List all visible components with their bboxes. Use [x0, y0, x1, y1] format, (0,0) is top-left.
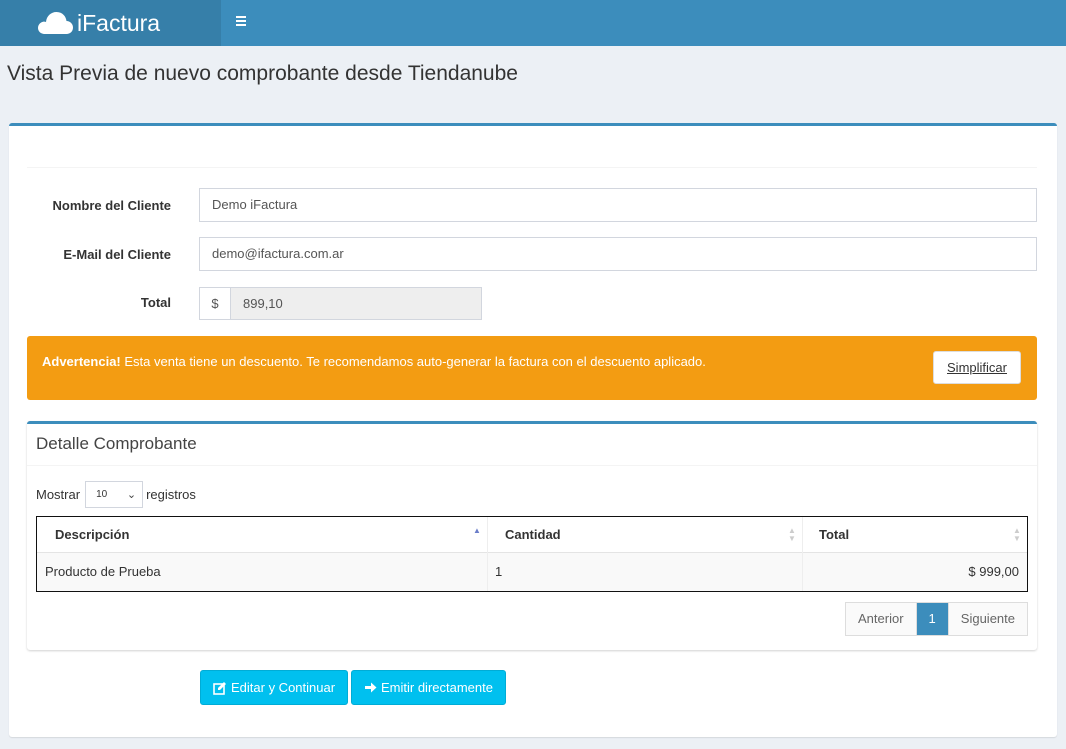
page-length-value: 10	[96, 489, 108, 500]
cell-total: $ 999,00	[968, 564, 1019, 579]
client-name-label: Nombre del Cliente	[52, 198, 171, 213]
column-divider	[802, 553, 803, 591]
top-navbar: iFactura	[0, 0, 1066, 46]
pagination: Anterior 1 Siguiente	[845, 602, 1028, 636]
next-page-button[interactable]: Siguiente	[948, 603, 1027, 635]
cell-description: Producto de Prueba	[45, 564, 161, 579]
column-divider	[487, 517, 488, 553]
sort-icon: ▲	[473, 526, 481, 535]
total-label: Total	[140, 295, 171, 310]
column-divider	[802, 517, 803, 553]
records-label: registros	[146, 487, 196, 502]
app-logo[interactable]: iFactura	[0, 0, 221, 46]
page-length-select[interactable]: 10 ⌄	[85, 481, 144, 508]
col-description-header[interactable]: Descripción	[55, 517, 129, 553]
sidebar-toggle-icon[interactable]	[236, 12, 250, 30]
table-header: Descripción ▲ Cantidad ▲ ▼ Total ▲ ▼	[37, 517, 1027, 553]
detail-table: Descripción ▲ Cantidad ▲ ▼ Total ▲ ▼ Produ…	[36, 516, 1028, 592]
edit-icon	[213, 681, 226, 695]
divider	[27, 167, 1037, 168]
sort-icon: ▲ ▼	[788, 526, 796, 543]
page-1-button[interactable]: 1	[916, 603, 949, 635]
page-title: Vista Previa de nuevo comprobante desde …	[7, 62, 518, 85]
col-total-header[interactable]: Total	[819, 517, 849, 553]
client-email-label: E-Mail del Cliente	[63, 247, 171, 262]
column-divider	[487, 553, 488, 591]
emit-direct-button[interactable]: Emitir directamente	[351, 670, 506, 705]
app-name: iFactura	[77, 9, 161, 36]
cloud-icon	[38, 12, 73, 34]
table-row: Producto de Prueba 1 $ 999,00	[37, 553, 1027, 591]
edit-continue-button[interactable]: Editar y Continuar	[200, 670, 349, 705]
show-label: Mostrar	[36, 487, 81, 502]
page-length-control: Mostrar 10 ⌄ registros	[36, 481, 196, 508]
emit-direct-label: Emitir directamente	[381, 680, 493, 695]
alert-message: Advertencia! Esta venta tiene un descuen…	[42, 354, 706, 369]
main-box: Nombre del Cliente Demo iFactura E-Mail …	[9, 123, 1057, 737]
currency-addon: $	[199, 287, 231, 320]
edit-continue-label: Editar y Continuar	[231, 680, 336, 695]
simplify-button[interactable]: Simplificar	[933, 351, 1021, 384]
sort-icon: ▲ ▼	[1013, 526, 1021, 543]
discount-warning-alert: Advertencia! Esta venta tiene un descuen…	[27, 336, 1037, 400]
client-email-input[interactable]: demo@ifactura.com.ar	[199, 237, 1037, 271]
alert-text: Esta venta tiene un descuento. Te recome…	[120, 354, 706, 369]
cell-quantity: 1	[495, 564, 503, 579]
alert-strong: Advertencia!	[42, 354, 121, 369]
client-name-input[interactable]: Demo iFactura	[199, 188, 1037, 222]
total-input: 899,10	[230, 287, 482, 320]
prev-page-button[interactable]: Anterior	[846, 603, 917, 635]
arrow-right-icon	[365, 682, 377, 693]
detail-title: Detalle Comprobante	[36, 434, 197, 453]
divider	[27, 465, 1037, 466]
col-quantity-header[interactable]: Cantidad	[505, 517, 561, 553]
detail-box: Detalle Comprobante Mostrar 10 ⌄ registr…	[27, 421, 1037, 650]
chevron-down-icon: ⌄	[126, 489, 137, 501]
